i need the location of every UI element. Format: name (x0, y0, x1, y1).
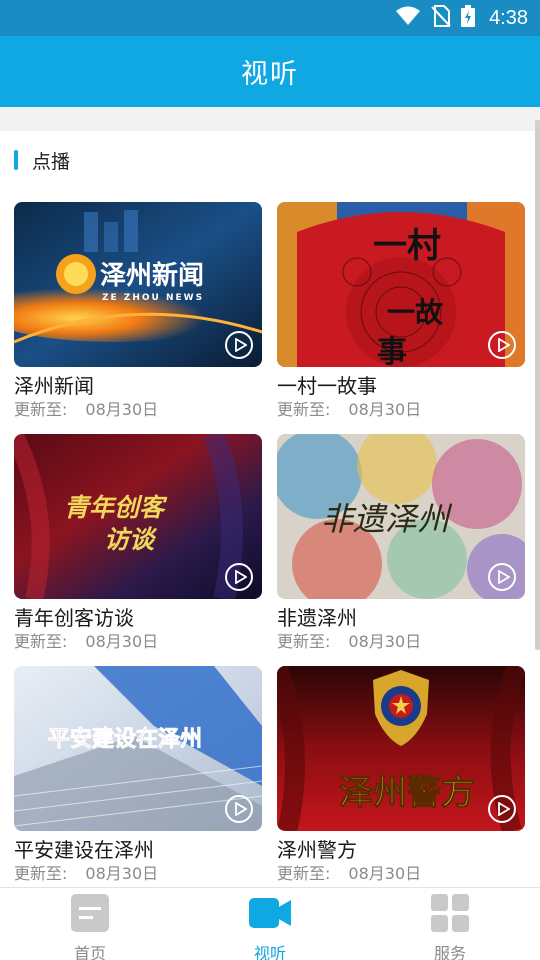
scrollbar[interactable] (535, 120, 540, 650)
tab-home-label: 首页 (73, 944, 106, 960)
tab-home[interactable]: 首页 (0, 888, 180, 960)
video-card-meta: 更新至: 08月30日 (277, 631, 525, 653)
tab-service-label: 服务 (433, 944, 466, 960)
thumb-title-text: 泽州新闻 (100, 260, 204, 291)
video-card-title: 青年创客访谈 (14, 606, 134, 630)
video-card-title: 平安建设在泽州 (14, 838, 154, 862)
section-header: 点播 (14, 149, 71, 173)
video-thumbnail[interactable]: 泽州新闻 ZE ZHOU NEWS (14, 202, 262, 367)
video-card[interactable]: 泽州新闻 ZE ZHOU NEWS 泽州新闻 更新至: 08月30日 (14, 202, 262, 421)
play-icon[interactable] (488, 795, 516, 823)
video-card-meta: 更新至: 08月30日 (14, 863, 262, 885)
section-accent-bar (14, 150, 18, 170)
video-thumbnail[interactable]: 一村 一故 事 (277, 202, 525, 367)
video-card-title: 泽州新闻 (14, 374, 94, 398)
video-thumbnail[interactable]: 泽州警方 (277, 666, 525, 831)
video-card-title: 一村一故事 (277, 374, 377, 398)
update-label: 更新至: (277, 864, 331, 883)
no-sim-icon (431, 5, 451, 31)
update-date: 08月30日 (348, 632, 422, 651)
thumb-title-text-2: 访谈 (104, 525, 158, 554)
status-bar: 4:38 (0, 0, 540, 36)
video-thumbnail[interactable]: 青年创客 访谈 (14, 434, 262, 599)
update-date: 08月30日 (85, 864, 159, 883)
thumb-title-text: 非遗泽州 (321, 500, 453, 538)
update-label: 更新至: (14, 632, 68, 651)
video-card-meta: 更新至: 08月30日 (14, 631, 262, 653)
update-label: 更新至: (14, 400, 68, 419)
video-card[interactable]: 平安建设在泽州 平安建设在泽州 更新至: 08月30日 (14, 666, 262, 885)
play-icon[interactable] (488, 331, 516, 359)
video-camera-icon (249, 894, 291, 936)
app-bar: 视听 (0, 36, 540, 107)
video-thumbnail[interactable]: 平安建设在泽州 (14, 666, 262, 831)
grid-icon (431, 894, 469, 936)
video-card[interactable]: 非遗泽州 非遗泽州 更新至: 08月30日 (277, 434, 525, 653)
thumb-title-text: 泽州警方 (339, 773, 475, 813)
thumb-title-text-3: 事 (377, 335, 407, 367)
play-icon[interactable] (225, 331, 253, 359)
video-thumbnail[interactable]: 非遗泽州 (277, 434, 525, 599)
video-card[interactable]: 泽州警方 泽州警方 更新至: 08月30日 (277, 666, 525, 885)
header-divider-band (0, 107, 540, 131)
tab-video[interactable]: 视听 (180, 888, 360, 960)
video-card[interactable]: 青年创客 访谈 青年创客访谈 更新至: 08月30日 (14, 434, 262, 653)
thumb-subtitle-text: ZE ZHOU NEWS (102, 293, 204, 303)
video-card-meta: 更新至: 08月30日 (14, 399, 262, 421)
play-icon[interactable] (488, 563, 516, 591)
section-title: 点播 (32, 150, 71, 173)
update-label: 更新至: (277, 632, 331, 651)
update-date: 08月30日 (348, 864, 422, 883)
thumb-title-text-2: 一故 (387, 296, 443, 329)
update-date: 08月30日 (85, 632, 159, 651)
page-title: 视听 (241, 59, 299, 90)
thumb-title-text: 青年创客 (64, 493, 168, 522)
bottom-nav: 首页 视听 服务 (0, 887, 540, 960)
update-date: 08月30日 (85, 400, 159, 419)
play-icon[interactable] (225, 795, 253, 823)
update-date: 08月30日 (348, 400, 422, 419)
update-label: 更新至: (14, 864, 68, 883)
video-card-meta: 更新至: 08月30日 (277, 863, 525, 885)
status-time: 4:38 (489, 6, 528, 29)
battery-icon (461, 5, 476, 31)
wifi-icon (395, 6, 421, 30)
video-card-title: 泽州警方 (277, 838, 357, 862)
thumb-title-text: 一村 (373, 226, 441, 266)
update-label: 更新至: (277, 400, 331, 419)
home-icon (71, 894, 109, 936)
tab-service[interactable]: 服务 (360, 888, 540, 960)
play-icon[interactable] (225, 563, 253, 591)
video-card[interactable]: 一村 一故 事 一村一故事 更新至: 08月30日 (277, 202, 525, 421)
thumb-title-text: 平安建设在泽州 (48, 726, 202, 752)
video-card-title: 非遗泽州 (277, 606, 357, 630)
tab-video-label: 视听 (253, 944, 286, 960)
video-card-meta: 更新至: 08月30日 (277, 399, 525, 421)
